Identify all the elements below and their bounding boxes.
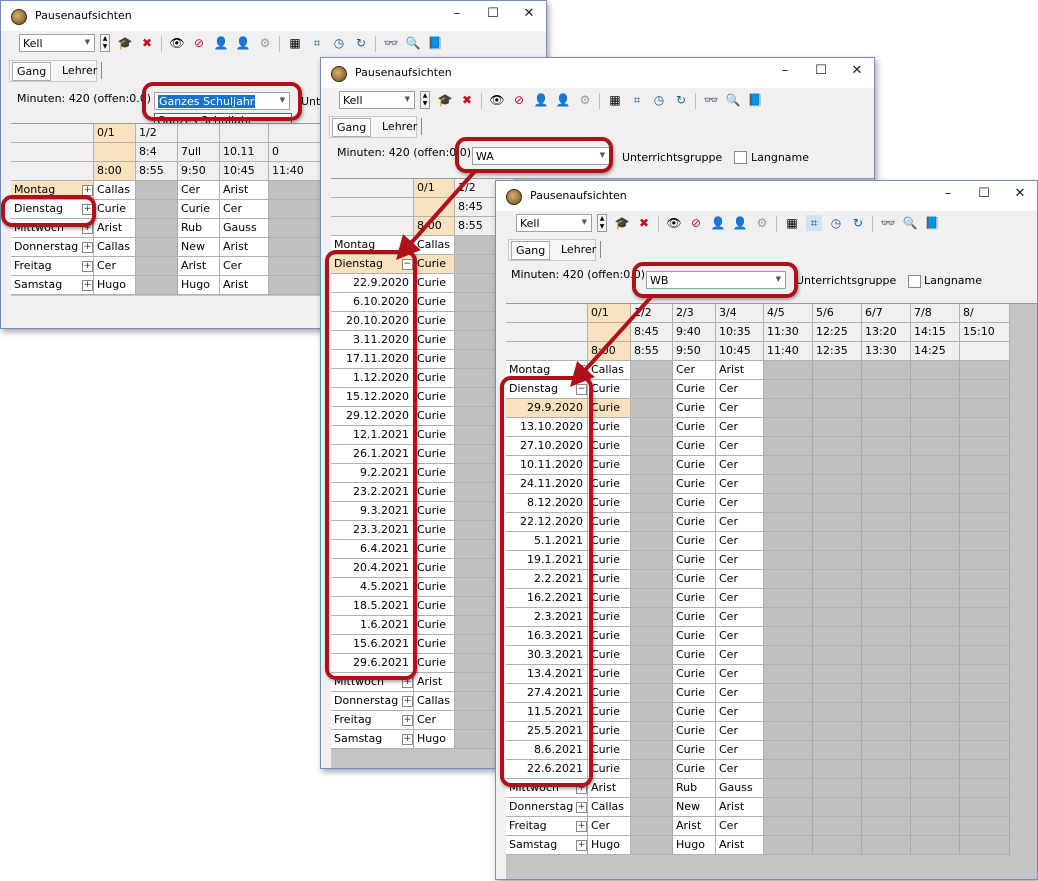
arrow-wa: [396, 168, 478, 260]
annotation-arrows: [396, 168, 655, 387]
arrow-wb: [569, 293, 655, 387]
